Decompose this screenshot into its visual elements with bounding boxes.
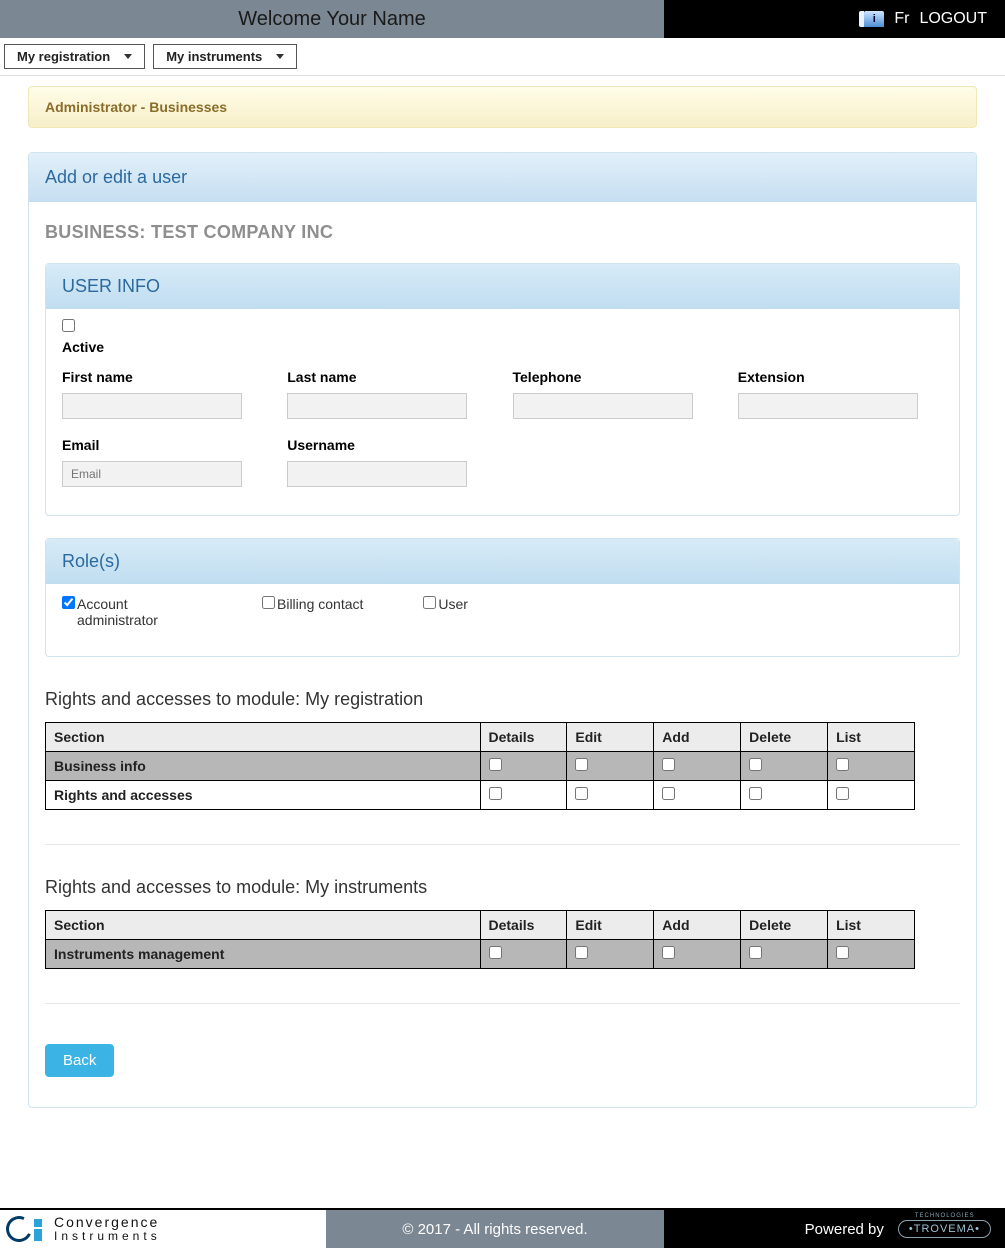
extension-field[interactable] <box>738 393 918 419</box>
perm-checkbox[interactable] <box>575 946 588 959</box>
chevron-down-icon <box>124 54 132 59</box>
col-section: Section <box>46 723 481 752</box>
col-section: Section <box>46 911 481 940</box>
perm-checkbox[interactable] <box>575 758 588 771</box>
menu-label: My registration <box>17 49 110 64</box>
user-edit-panel: Add or edit a user BUSINESS: TEST COMPAN… <box>28 152 977 1108</box>
perm-checkbox[interactable] <box>489 946 502 959</box>
rights2-title: Rights and accesses to module: My instru… <box>45 877 960 898</box>
roles-panel: Role(s) Account administrator Billing co… <box>45 538 960 657</box>
trovema-logo: •TROVEMA• <box>898 1220 991 1238</box>
perm-checkbox[interactable] <box>836 787 849 800</box>
role-checkbox[interactable] <box>62 596 75 609</box>
perm-checkbox[interactable] <box>749 787 762 800</box>
active-checkbox[interactable] <box>62 319 75 332</box>
col-delete: Delete <box>741 723 828 752</box>
perm-checkbox[interactable] <box>836 946 849 959</box>
perm-checkbox[interactable] <box>662 946 675 959</box>
username-field[interactable] <box>287 461 467 487</box>
user-info-header: USER INFO <box>46 264 959 309</box>
menu-my-instruments[interactable]: My instruments <box>153 44 297 69</box>
roles-header: Role(s) <box>46 539 959 584</box>
role-checkbox[interactable] <box>262 596 275 609</box>
chevron-down-icon <box>276 54 284 59</box>
footer: Convergence Instruments © 2017 - All rig… <box>0 1208 1005 1248</box>
perm-checkbox[interactable] <box>662 758 675 771</box>
telephone-label: Telephone <box>513 369 718 385</box>
copyright: © 2017 - All rights reserved. <box>326 1210 664 1248</box>
role-user[interactable]: User <box>423 596 468 628</box>
menu-label: My instruments <box>166 49 262 64</box>
rights1-table: Section Details Edit Add Delete List Bus… <box>45 722 915 810</box>
col-details: Details <box>480 723 567 752</box>
col-delete: Delete <box>741 911 828 940</box>
col-add: Add <box>654 723 741 752</box>
powered-by-label: Powered by <box>805 1221 884 1238</box>
telephone-field[interactable] <box>513 393 693 419</box>
col-list: List <box>828 911 915 940</box>
perm-checkbox[interactable] <box>749 946 762 959</box>
col-details: Details <box>480 911 567 940</box>
role-account-admin[interactable]: Account administrator <box>62 596 202 628</box>
col-add: Add <box>654 911 741 940</box>
username-label: Username <box>287 437 492 453</box>
perm-checkbox[interactable] <box>489 758 502 771</box>
rights1-title: Rights and accesses to module: My regist… <box>45 689 960 710</box>
breadcrumb: Administrator - Businesses <box>28 86 977 128</box>
table-row: Instruments management <box>46 940 915 969</box>
col-edit: Edit <box>567 723 654 752</box>
col-list: List <box>828 723 915 752</box>
back-button[interactable]: Back <box>45 1044 114 1077</box>
perm-checkbox[interactable] <box>575 787 588 800</box>
language-link[interactable]: Fr <box>894 10 909 28</box>
email-label: Email <box>62 437 267 453</box>
active-label: Active <box>62 339 943 355</box>
rights2-table: Section Details Edit Add Delete List Ins… <box>45 910 915 969</box>
role-checkbox[interactable] <box>423 596 436 609</box>
email-field[interactable] <box>62 461 242 487</box>
first-name-field[interactable] <box>62 393 242 419</box>
convergence-logo-icon <box>6 1215 46 1243</box>
perm-checkbox[interactable] <box>749 758 762 771</box>
main-menu-bar: My registration My instruments <box>0 38 1005 76</box>
last-name-field[interactable] <box>287 393 467 419</box>
menu-my-registration[interactable]: My registration <box>4 44 145 69</box>
perm-checkbox[interactable] <box>836 758 849 771</box>
perm-checkbox[interactable] <box>662 787 675 800</box>
role-billing-contact[interactable]: Billing contact <box>262 596 363 628</box>
first-name-label: First name <box>62 369 267 385</box>
brand-text: Convergence Instruments <box>54 1215 161 1243</box>
table-row: Business info <box>46 752 915 781</box>
welcome-banner: Welcome Your Name <box>0 0 664 38</box>
user-info-panel: USER INFO Active First name Last name <box>45 263 960 516</box>
last-name-label: Last name <box>287 369 492 385</box>
business-title: BUSINESS: TEST COMPANY INC <box>45 222 960 243</box>
info-book-icon[interactable]: i <box>864 11 884 27</box>
col-edit: Edit <box>567 911 654 940</box>
perm-checkbox[interactable] <box>489 787 502 800</box>
panel-title: Add or edit a user <box>29 153 976 202</box>
logout-link[interactable]: LOGOUT <box>919 10 987 28</box>
extension-label: Extension <box>738 369 943 385</box>
table-row: Rights and accesses <box>46 781 915 810</box>
